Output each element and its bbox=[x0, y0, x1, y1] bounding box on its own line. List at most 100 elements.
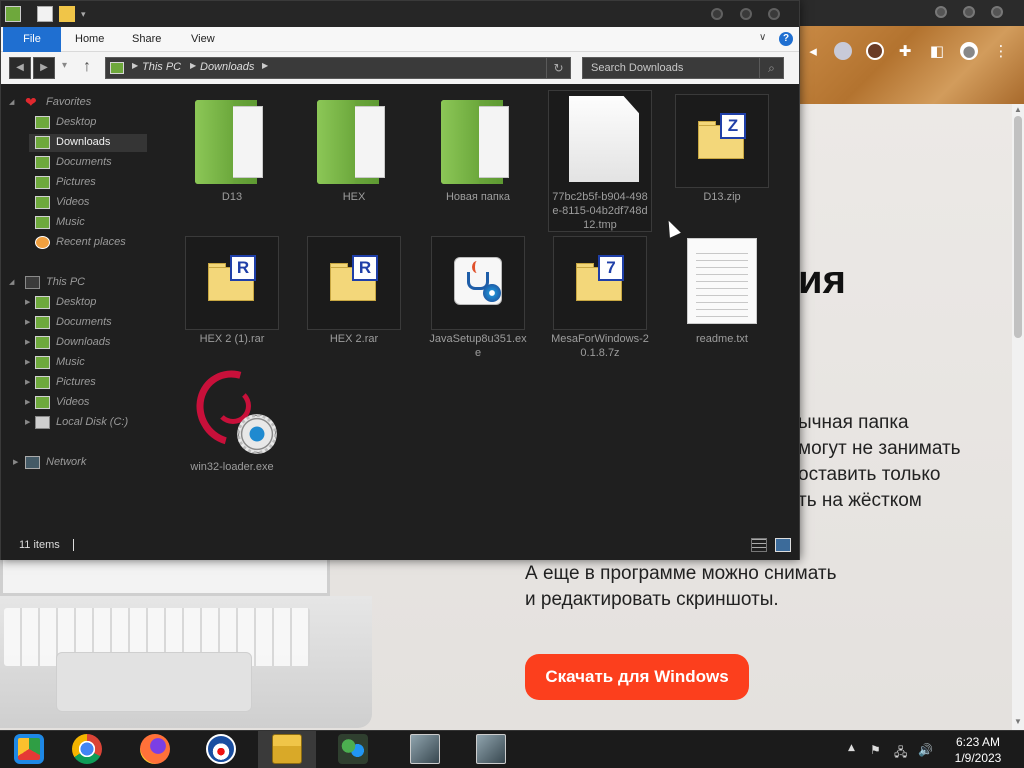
file-item-exe[interactable]: win32-loader.exe bbox=[177, 357, 287, 499]
taskbar-app-chrome[interactable] bbox=[58, 731, 116, 768]
properties-icon[interactable] bbox=[37, 6, 53, 22]
taskbar-app-installer[interactable] bbox=[396, 731, 454, 768]
sidebar-item-downloads[interactable]: Downloads bbox=[29, 134, 147, 152]
sidebar-item-videos[interactable]: Videos bbox=[35, 194, 147, 212]
page-scrollbar[interactable]: ▲ ▼ bbox=[1012, 104, 1024, 730]
file-item-folder[interactable]: HEX bbox=[299, 88, 409, 223]
help-icon[interactable]: ? bbox=[779, 32, 793, 46]
chevron-left-icon[interactable]: ◂ bbox=[804, 42, 822, 60]
file-item-rar[interactable]: R HEX 2 (1).rar bbox=[177, 230, 287, 365]
sidebar-item-desktop[interactable]: Desktop bbox=[35, 114, 147, 132]
sidebar-item-this-pc[interactable]: This PC bbox=[25, 274, 145, 292]
taskbar-app-firefox[interactable] bbox=[126, 731, 184, 768]
sidebar-item-pc-documents[interactable]: Documents bbox=[35, 314, 147, 332]
up-button[interactable]: ↑ bbox=[83, 58, 91, 76]
refresh-icon[interactable]: ↻ bbox=[546, 58, 570, 78]
minimize-button[interactable] bbox=[935, 6, 947, 18]
new-folder-icon[interactable] bbox=[59, 6, 75, 22]
sidebar-item-pc-music[interactable]: Music bbox=[35, 354, 147, 372]
profile-extension-icon[interactable] bbox=[866, 42, 884, 60]
tab-share[interactable]: Share bbox=[132, 27, 161, 52]
volume-icon[interactable]: 🔊 bbox=[918, 743, 933, 757]
breadcrumb-this-pc[interactable]: This PC bbox=[142, 61, 181, 73]
sidebar-item-music[interactable]: Music bbox=[35, 214, 147, 232]
sidebar-item-pc-desktop[interactable]: Desktop bbox=[35, 294, 147, 312]
file-item-7z[interactable]: 7 MesaForWindows-20.1.8.7z bbox=[545, 230, 655, 365]
explorer-app-icon[interactable] bbox=[5, 6, 21, 22]
address-bar[interactable]: ▶ This PC ▶ Downloads ▶ ↻ bbox=[105, 57, 571, 79]
details-view-icon[interactable] bbox=[751, 538, 767, 552]
action-center-flag-icon[interactable]: ⚑ bbox=[870, 743, 881, 757]
search-input[interactable] bbox=[583, 58, 759, 78]
expand-icon[interactable]: ▶ bbox=[25, 338, 30, 346]
large-icons-view-icon[interactable] bbox=[775, 538, 791, 552]
close-button[interactable] bbox=[991, 6, 1003, 18]
expand-icon[interactable]: ▶ bbox=[25, 378, 30, 386]
network-tray-icon[interactable]: 🖧 bbox=[894, 743, 907, 764]
customize-toolbar-icon[interactable]: ▾ bbox=[81, 6, 97, 22]
file-item-txt[interactable]: readme.txt bbox=[667, 230, 777, 365]
sidebar-item-pc-pictures[interactable]: Pictures bbox=[35, 374, 147, 392]
sidebar-item-pc-downloads[interactable]: Downloads bbox=[35, 334, 147, 352]
file-name: JavaSetup8u351.exe bbox=[429, 333, 527, 359]
collapse-icon[interactable]: ◢ bbox=[9, 98, 14, 106]
sidebar-item-pc-videos[interactable]: Videos bbox=[35, 394, 147, 412]
sidebar-item-favorites[interactable]: ❤ Favorites bbox=[25, 94, 145, 112]
expand-icon[interactable]: ▶ bbox=[25, 318, 30, 326]
minimize-button[interactable] bbox=[711, 8, 723, 20]
tab-file[interactable]: File bbox=[3, 27, 61, 52]
file-item-tmp[interactable]: 77bc2b5f-b904-498e-8115-04b2df748d12.tmp bbox=[545, 88, 655, 232]
maximize-button[interactable] bbox=[963, 6, 975, 18]
scroll-up-icon[interactable]: ▲ bbox=[1014, 106, 1022, 114]
taskbar-app-obama[interactable] bbox=[192, 731, 250, 768]
recent-locations-icon[interactable]: ▾ bbox=[62, 60, 67, 71]
search-icon[interactable]: ⌕ bbox=[759, 58, 783, 78]
system-clock[interactable]: 6:23 AM 1/9/2023 bbox=[940, 734, 1016, 766]
menu-icon[interactable]: ⋮ bbox=[992, 42, 1010, 60]
taskbar-app-installer2[interactable] bbox=[462, 731, 520, 768]
expand-icon[interactable]: ▶ bbox=[25, 418, 30, 426]
sidebar-item-recent-places[interactable]: Recent places bbox=[35, 234, 147, 252]
file-item-rar[interactable]: R HEX 2.rar bbox=[299, 230, 409, 365]
tab-view[interactable]: View bbox=[191, 27, 215, 52]
explorer-titlebar[interactable]: ▾ bbox=[1, 1, 799, 27]
file-item-exe[interactable]: JavaSetup8u351.exe bbox=[423, 230, 533, 365]
breadcrumb-separator-icon: ▶ bbox=[190, 61, 197, 70]
scrollbar-thumb[interactable] bbox=[1014, 116, 1022, 338]
show-hidden-icons-icon[interactable]: ▲ bbox=[848, 743, 855, 753]
taskbar-app-file-explorer[interactable] bbox=[258, 731, 316, 768]
sidebar-icon[interactable]: ◧ bbox=[928, 42, 946, 60]
maximize-button[interactable] bbox=[740, 8, 752, 20]
file-item-folder[interactable]: D13 bbox=[177, 88, 287, 223]
sidebar-item-local-disk[interactable]: Local Disk (C:) bbox=[35, 414, 147, 432]
taskbar-app-chrome-old[interactable] bbox=[0, 731, 58, 768]
close-button[interactable] bbox=[768, 8, 780, 20]
expand-ribbon-icon[interactable]: ∨ bbox=[759, 32, 766, 43]
sidebar-item-network[interactable]: Network bbox=[25, 454, 145, 472]
file-item-folder[interactable]: Новая папка bbox=[423, 88, 533, 223]
puzzle-icon[interactable]: ✚ bbox=[896, 42, 914, 60]
forward-button[interactable]: ▶ bbox=[33, 57, 55, 79]
breadcrumb-downloads[interactable]: Downloads bbox=[200, 61, 254, 73]
expand-icon[interactable]: ▶ bbox=[25, 358, 30, 366]
tab-home[interactable]: Home bbox=[75, 27, 104, 52]
scroll-down-icon[interactable]: ▼ bbox=[1014, 718, 1022, 726]
status-divider bbox=[73, 539, 74, 551]
network-people-icon bbox=[338, 734, 368, 764]
7z-archive-icon: 7 bbox=[553, 236, 647, 330]
sidebar-item-pictures[interactable]: Pictures bbox=[35, 174, 147, 192]
expand-icon[interactable]: ▶ bbox=[25, 298, 30, 306]
download-windows-button[interactable]: Скачать для Windows bbox=[525, 654, 749, 700]
expand-icon[interactable]: ▶ bbox=[25, 398, 30, 406]
sidebar-item-documents[interactable]: Documents bbox=[35, 154, 147, 172]
expand-icon[interactable]: ▶ bbox=[13, 458, 18, 466]
taskbar-app-network-people[interactable] bbox=[324, 731, 382, 768]
collapse-icon[interactable]: ◢ bbox=[9, 278, 14, 286]
account-icon[interactable]: ● bbox=[960, 42, 978, 60]
extension-icon[interactable] bbox=[834, 42, 852, 60]
back-button[interactable]: ◀ bbox=[9, 57, 31, 79]
clock-date: 1/9/2023 bbox=[954, 751, 1002, 765]
file-item-zip[interactable]: Z D13.zip bbox=[667, 88, 777, 223]
archive-badge: R bbox=[352, 255, 378, 281]
paragraph-line: и редактировать скриншоты. bbox=[525, 589, 779, 610]
